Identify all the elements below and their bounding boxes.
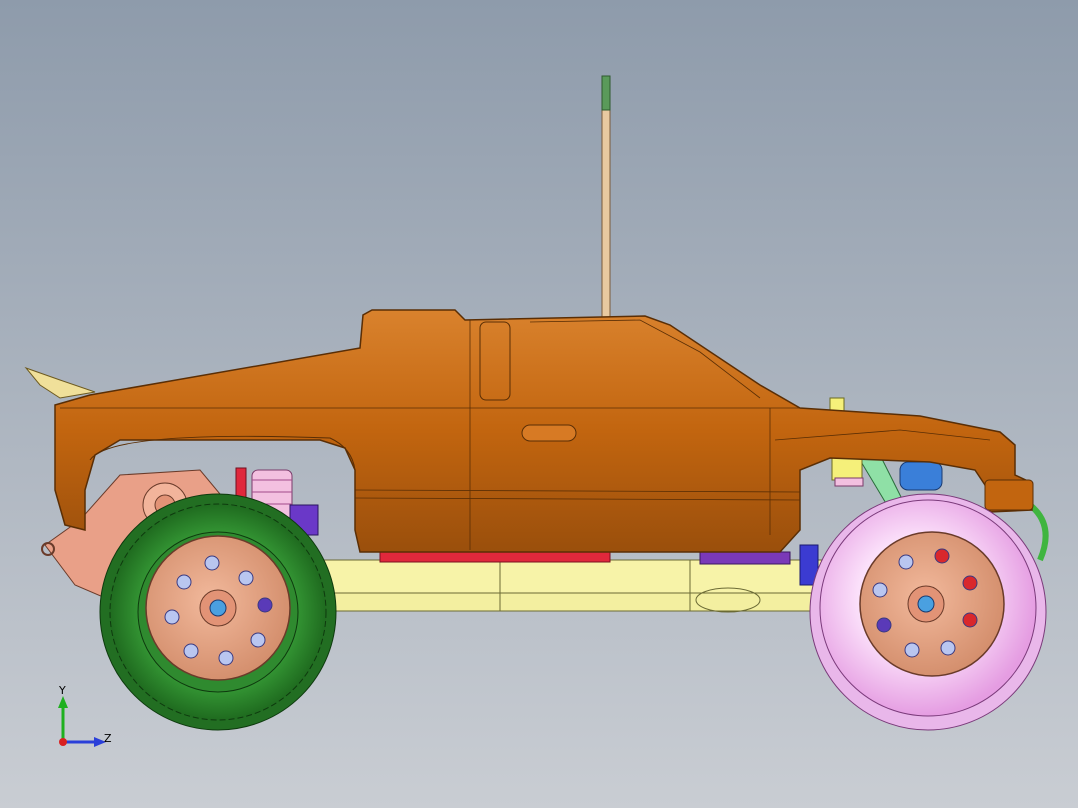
- x-axis-point: [59, 738, 67, 746]
- graphics-viewport[interactable]: Y Z: [0, 0, 1078, 808]
- front-wheel[interactable]: [809, 493, 1047, 731]
- rc-truck-model[interactable]: [0, 0, 1078, 808]
- z-axis-label: Z: [104, 732, 112, 745]
- antenna[interactable]: [601, 75, 611, 319]
- coordinate-triad: Y Z: [48, 684, 128, 764]
- rear-wheel[interactable]: [99, 493, 337, 731]
- chassis[interactable]: [319, 544, 841, 613]
- y-axis-label: Y: [59, 684, 66, 697]
